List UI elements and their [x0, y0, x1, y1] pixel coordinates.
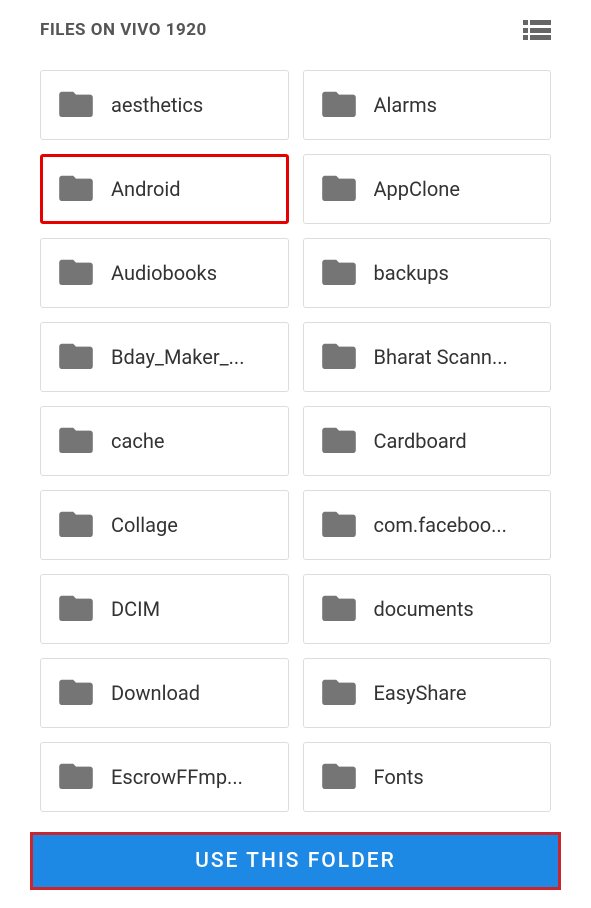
folder-item[interactable]: Collage	[40, 490, 289, 560]
folder-icon	[59, 89, 93, 121]
folder-icon	[322, 257, 356, 289]
folder-icon	[59, 677, 93, 709]
folder-icon	[322, 509, 356, 541]
folder-item[interactable]: EscrowFFmp...	[40, 742, 289, 812]
footer: USE THIS FOLDER	[30, 832, 561, 890]
page-title: FILES ON VIVO 1920	[40, 20, 207, 40]
folder-item[interactable]: Bharat Scann...	[303, 322, 552, 392]
folder-label: documents	[374, 597, 474, 621]
folder-icon	[59, 173, 93, 205]
folder-icon	[59, 761, 93, 793]
folder-item[interactable]: aesthetics	[40, 70, 289, 140]
folder-item[interactable]: documents	[303, 574, 552, 644]
use-this-folder-button[interactable]: USE THIS FOLDER	[30, 832, 561, 890]
folder-icon	[59, 509, 93, 541]
folder-item[interactable]: cache	[40, 406, 289, 476]
folder-label: Cardboard	[374, 429, 467, 453]
folder-label: Collage	[111, 513, 178, 537]
folder-item[interactable]: Audiobooks	[40, 238, 289, 308]
folder-icon	[322, 677, 356, 709]
folder-item[interactable]: AppClone	[303, 154, 552, 224]
folder-label: Bharat Scann...	[374, 345, 508, 369]
folder-label: cache	[111, 429, 164, 453]
folder-label: Alarms	[374, 93, 437, 117]
folder-label: Android	[111, 177, 181, 201]
folder-item[interactable]: com.faceboo...	[303, 490, 552, 560]
view-toggle-button[interactable]	[523, 20, 551, 40]
folder-icon	[59, 257, 93, 289]
folder-label: EasyShare	[374, 681, 467, 705]
folder-item[interactable]: DCIM	[40, 574, 289, 644]
folder-label: EscrowFFmp...	[111, 765, 243, 789]
folder-icon	[59, 425, 93, 457]
folder-icon	[322, 341, 356, 373]
folder-icon	[59, 341, 93, 373]
folder-label: aesthetics	[111, 93, 203, 117]
folder-icon	[322, 425, 356, 457]
folder-label: Audiobooks	[111, 261, 217, 285]
folder-item[interactable]: Alarms	[303, 70, 552, 140]
folder-item[interactable]: backups	[303, 238, 552, 308]
folder-label: Bday_Maker_...	[111, 345, 244, 369]
folder-icon	[322, 593, 356, 625]
folder-item[interactable]: Bday_Maker_...	[40, 322, 289, 392]
folder-grid: aesthetics Alarms Android AppClone Audiobook…	[0, 50, 591, 812]
list-view-icon	[523, 20, 551, 25]
folder-label: DCIM	[111, 597, 160, 621]
folder-label: com.faceboo...	[374, 513, 507, 537]
folder-icon	[322, 173, 356, 205]
folder-item[interactable]: Fonts	[303, 742, 552, 812]
folder-label: backups	[374, 261, 449, 285]
folder-label: Download	[111, 681, 200, 705]
folder-item[interactable]: Android	[40, 154, 289, 224]
folder-label: Fonts	[374, 765, 424, 789]
folder-item[interactable]: Download	[40, 658, 289, 728]
folder-label: AppClone	[374, 177, 460, 201]
folder-item[interactable]: Cardboard	[303, 406, 552, 476]
folder-icon	[322, 89, 356, 121]
folder-item[interactable]: EasyShare	[303, 658, 552, 728]
header-bar: FILES ON VIVO 1920	[0, 0, 591, 50]
folder-icon	[322, 761, 356, 793]
folder-icon	[59, 593, 93, 625]
